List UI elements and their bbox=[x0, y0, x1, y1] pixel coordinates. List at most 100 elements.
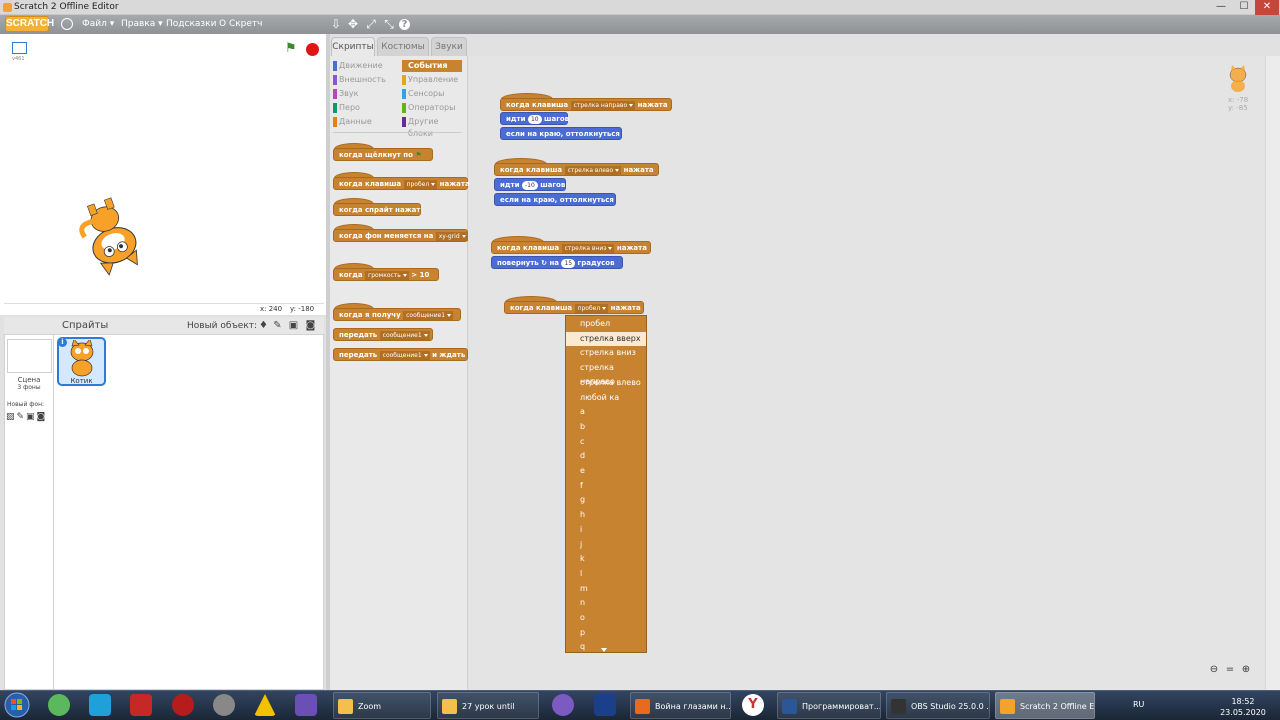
windows-start-icon[interactable] bbox=[2, 692, 32, 718]
dropdown-item[interactable]: p bbox=[566, 626, 646, 640]
taskbar-app-6[interactable]: Scratch 2 Offline E... bbox=[995, 692, 1095, 719]
key-dropdown[interactable]: стрелка влево bbox=[564, 165, 622, 175]
script3-turn-block[interactable]: повернуть ↻ на 15 градусов bbox=[491, 256, 623, 269]
cat-sprite-on-stage[interactable] bbox=[76, 196, 146, 276]
category-6[interactable]: События bbox=[402, 60, 462, 72]
category-3[interactable]: Звук bbox=[333, 88, 399, 100]
taskbar-app-5[interactable]: OBS Studio 25.0.0 ... bbox=[886, 692, 990, 719]
key-dropdown[interactable]: пробел bbox=[403, 179, 438, 189]
duplicate-tool-icon[interactable]: ⇩ bbox=[329, 17, 343, 31]
close-button[interactable]: ✕ bbox=[1255, 0, 1279, 15]
dropdown-item[interactable]: k bbox=[566, 552, 646, 566]
viber-icon[interactable] bbox=[552, 694, 574, 716]
dropdown-item[interactable]: любой ка bbox=[566, 391, 646, 405]
clock[interactable]: 18:52 23.05.2020 bbox=[1218, 696, 1268, 718]
language-indicator[interactable]: RU bbox=[1133, 700, 1144, 709]
message-dropdown[interactable]: сообщение1 bbox=[379, 330, 430, 340]
taskbar-app-4[interactable]: Программироват... bbox=[777, 692, 881, 719]
dropdown-item[interactable]: стрелка влево bbox=[566, 376, 646, 390]
palette-block-broadcast[interactable]: передать сообщение1 bbox=[333, 328, 433, 341]
zoom-in-icon[interactable]: ⊕ bbox=[1240, 664, 1252, 676]
zoom-reset-icon[interactable]: = bbox=[1224, 664, 1236, 676]
dropdown-item[interactable]: j bbox=[566, 538, 646, 552]
palette-block-sprite-click[interactable]: когда спрайт нажат bbox=[333, 203, 421, 216]
key-dropdown[interactable]: стрелка вниз bbox=[561, 243, 615, 253]
script1-bounce-block[interactable]: если на краю, оттолкнуться bbox=[500, 127, 622, 140]
yandex-icon[interactable]: Y bbox=[742, 694, 764, 716]
visual-studio-icon[interactable] bbox=[295, 694, 317, 716]
language-globe-icon[interactable] bbox=[61, 18, 73, 30]
dropdown-item[interactable]: o bbox=[566, 611, 646, 625]
cut-tool-icon[interactable]: ✥ bbox=[346, 17, 360, 31]
dropdown-item[interactable]: стрелка вверх bbox=[566, 331, 646, 346]
green-flag-icon[interactable]: ⚑ bbox=[285, 42, 299, 56]
dropdown-item[interactable]: f bbox=[566, 479, 646, 493]
sprite-info-icon[interactable]: i bbox=[58, 338, 67, 347]
key-dropdown[interactable]: стрелка направо bbox=[570, 100, 636, 110]
dropdown-item[interactable]: h bbox=[566, 508, 646, 522]
script3-hat-block[interactable]: когда клавиша стрелка вниз нажата bbox=[491, 241, 651, 254]
script2-move-block[interactable]: идти -10 шагов bbox=[494, 178, 566, 191]
category-10[interactable]: Другие блоки bbox=[402, 116, 462, 138]
script2-bounce-block[interactable]: если на краю, оттолкнуться bbox=[494, 193, 616, 206]
dropdown-item[interactable]: m bbox=[566, 582, 646, 596]
steps-input[interactable]: -10 bbox=[521, 180, 538, 190]
category-8[interactable]: Сенсоры bbox=[402, 88, 462, 100]
category-1[interactable]: Движение bbox=[333, 60, 399, 72]
dropdown-item[interactable]: g bbox=[566, 493, 646, 507]
tab-sounds[interactable]: Звуки bbox=[431, 37, 467, 56]
script1-move-block[interactable]: идти 10 шагов bbox=[500, 112, 569, 125]
maximize-button[interactable]: ☐ bbox=[1234, 0, 1254, 15]
palette-block-key-press[interactable]: когда клавиша пробел нажата bbox=[333, 177, 470, 190]
globe-app-icon[interactable] bbox=[213, 694, 235, 716]
menu-edit[interactable]: Правка ▾ bbox=[121, 15, 163, 34]
new-backdrop-icons[interactable]: ▨✎▣◙ bbox=[6, 412, 47, 422]
dropdown-item[interactable]: стрелка вниз bbox=[566, 346, 646, 360]
taskbar-app-3[interactable]: Война глазами н... bbox=[630, 692, 731, 719]
dropdown-item[interactable]: a bbox=[566, 405, 646, 419]
torrent-app-icon[interactable] bbox=[48, 694, 70, 716]
category-2[interactable]: Внешность bbox=[333, 74, 399, 86]
palette-block-bg-switch[interactable]: когда фон меняется на xy-grid bbox=[333, 229, 468, 242]
dropdown-item[interactable]: пробел bbox=[566, 317, 646, 331]
shrink-tool-icon[interactable]: ⤡ bbox=[382, 17, 396, 31]
degrees-input[interactable]: 15 bbox=[561, 258, 576, 268]
camera-app-icon[interactable] bbox=[130, 694, 152, 716]
dropdown-item[interactable]: b bbox=[566, 420, 646, 434]
floppy-icon[interactable] bbox=[594, 694, 616, 716]
scripts-scrollbar[interactable] bbox=[1265, 56, 1280, 690]
palette-block-loudness[interactable]: когда громкость > 10 bbox=[333, 268, 439, 281]
stage-canvas[interactable] bbox=[4, 64, 324, 304]
scratch-logo[interactable]: SCRATCH bbox=[5, 16, 54, 32]
tab-costumes[interactable]: Костюмы bbox=[377, 37, 429, 56]
dropdown-item[interactable]: c bbox=[566, 435, 646, 449]
dropdown-item[interactable]: l bbox=[566, 567, 646, 581]
sensor-dropdown[interactable]: громкость bbox=[365, 270, 409, 280]
paint-sprite-icon[interactable]: ✎ bbox=[272, 320, 283, 331]
minimize-button[interactable]: — bbox=[1210, 0, 1232, 15]
message-dropdown[interactable]: сообщение1 bbox=[403, 310, 454, 320]
taskbar-app-1[interactable]: Zoom bbox=[333, 692, 431, 719]
palette-block-receive[interactable]: когда я получу сообщение1 bbox=[333, 308, 461, 321]
grow-tool-icon[interactable]: ⤢ bbox=[364, 17, 378, 31]
palette-block-flag-click[interactable]: когда щёлкнут по ⚑ bbox=[333, 148, 433, 161]
dropdown-item[interactable]: d bbox=[566, 449, 646, 463]
taskbar-app-2[interactable]: 27 урок until bbox=[437, 692, 539, 719]
upload-sprite-icon[interactable]: ▣ bbox=[288, 320, 299, 331]
scene-thumbnail[interactable] bbox=[7, 339, 52, 373]
dropdown-item[interactable]: стрелка направо bbox=[566, 361, 646, 386]
dropdown-item[interactable]: e bbox=[566, 464, 646, 478]
script2-hat-block[interactable]: когда клавиша стрелка влево нажата bbox=[494, 163, 659, 176]
script1-hat-block[interactable]: когда клавиша стрелка направо нажата bbox=[500, 98, 672, 111]
stop-button[interactable] bbox=[306, 43, 319, 56]
menu-file[interactable]: Файл ▾ bbox=[82, 15, 114, 34]
dropdown-item[interactable]: n bbox=[566, 596, 646, 610]
menu-about[interactable]: О Скретч bbox=[219, 15, 262, 34]
steps-input[interactable]: 10 bbox=[527, 114, 542, 124]
menu-tips[interactable]: Подсказки bbox=[166, 15, 216, 34]
key-dropdown-open[interactable]: пробел bbox=[574, 303, 609, 313]
category-9[interactable]: Операторы bbox=[402, 102, 462, 114]
script4-hat-block[interactable]: когда клавиша пробел нажата bbox=[504, 301, 644, 314]
camera-sprite-icon[interactable]: ◙ bbox=[305, 320, 316, 331]
backdrop-dropdown[interactable]: xy-grid bbox=[435, 231, 468, 241]
